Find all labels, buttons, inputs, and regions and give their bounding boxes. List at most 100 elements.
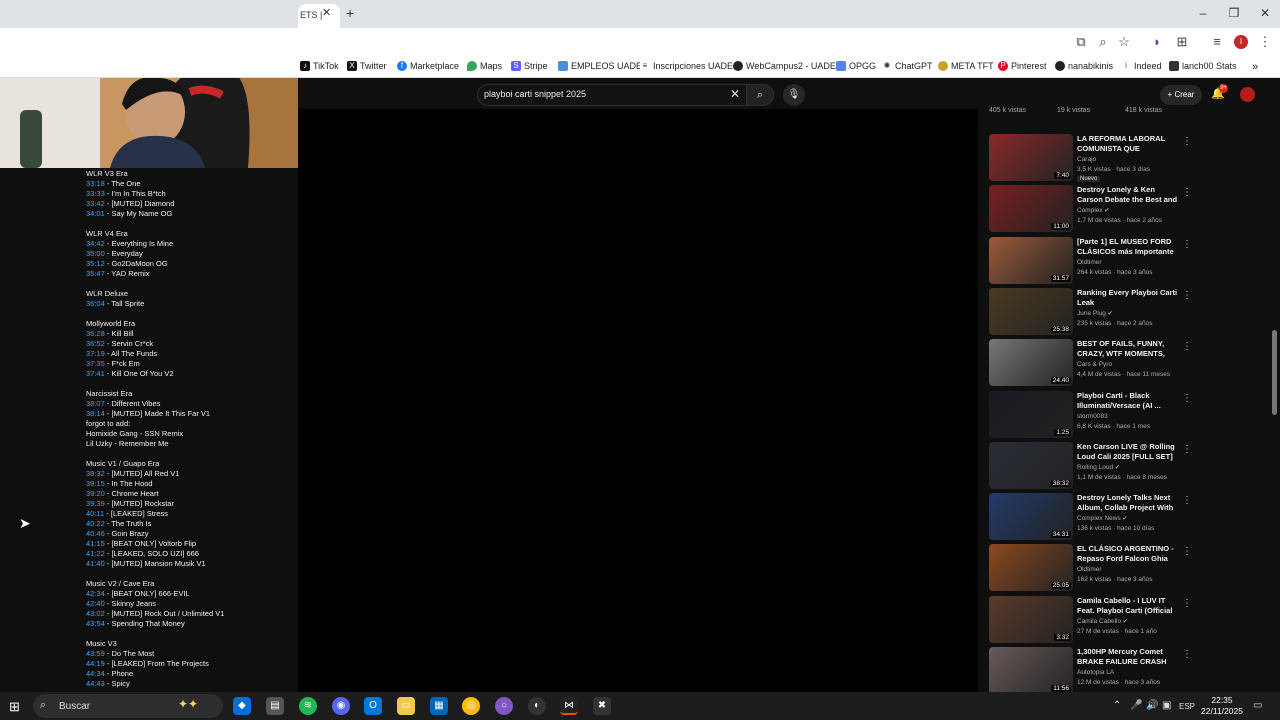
- video-menu-icon[interactable]: ⋮: [1182, 239, 1192, 250]
- app-icon[interactable]: ✖: [593, 697, 611, 715]
- create-button[interactable]: + Crear: [1160, 85, 1202, 105]
- timestamp-line[interactable]: 35:12 - Go2DaMoon OG: [86, 259, 276, 269]
- video-title[interactable]: Ken Carson LIVE @ Rolling Loud Cali 2025…: [1077, 442, 1179, 462]
- scrollbar[interactable]: [1272, 330, 1277, 415]
- video-title[interactable]: Destroy Lonely & Ken Carson Debate the B…: [1077, 185, 1179, 205]
- bookmark-inscripciones-uade[interactable]: ≡ Inscripciones UADE: [640, 61, 733, 71]
- timestamp-line[interactable]: 36:52 - Servin Cr*ck: [86, 339, 276, 349]
- timestamp-link[interactable]: 36:52: [86, 339, 105, 348]
- timestamp-line[interactable]: 36:04 - Tall Sprite: [86, 299, 276, 309]
- video-thumbnail[interactable]: 3:32: [989, 595, 1073, 643]
- bookmark-twitter[interactable]: X Twitter: [347, 61, 387, 71]
- timestamp-link[interactable]: 43:59: [86, 649, 105, 658]
- timestamp-line[interactable]: 44:43 - Spicy: [86, 679, 276, 689]
- video-title[interactable]: Destroy Lonely Talks Next Album, Collab …: [1077, 493, 1179, 513]
- video-player-area[interactable]: [298, 109, 978, 692]
- timestamp-line[interactable]: 34:01 - Say My Name OG: [86, 209, 276, 219]
- network-icon[interactable]: ▣: [1162, 700, 1171, 711]
- related-video-item[interactable]: 7:40 LA REFORMA LABORAL COMUNISTA QUE PRO…: [989, 134, 1192, 184]
- video-menu-icon[interactable]: ⋮: [1182, 649, 1192, 660]
- timestamp-link[interactable]: 36:28: [86, 329, 105, 338]
- video-thumbnail[interactable]: 34:31: [989, 493, 1073, 541]
- youtube-avatar[interactable]: [1240, 87, 1255, 102]
- timestamp-line[interactable]: 43:59 - Do The Most: [86, 649, 276, 659]
- timestamp-line[interactable]: 41:15 - [BEAT ONLY] Voltorb Flip: [86, 539, 276, 549]
- language-indicator[interactable]: ESP: [1179, 702, 1195, 711]
- tab-close-icon[interactable]: ✕: [322, 6, 331, 19]
- zoom-icon[interactable]: ⌕: [1094, 34, 1112, 50]
- search-button[interactable]: ⌕: [746, 84, 774, 106]
- timestamp-link[interactable]: 37:35: [86, 359, 105, 368]
- timestamp-line[interactable]: 37:41 - Kill One Of You V2: [86, 369, 276, 379]
- timestamp-link[interactable]: 38:14: [86, 409, 105, 418]
- video-thumbnail[interactable]: 24:40: [989, 339, 1073, 387]
- browser-menu-icon[interactable]: ⋮: [1256, 34, 1274, 50]
- timestamp-line[interactable]: 43:02 - [MUTED] Rock Out / Unlimited V1: [86, 609, 276, 619]
- app-icon[interactable]: ○: [495, 697, 513, 715]
- timestamp-link[interactable]: 42:34: [86, 589, 105, 598]
- bookmark-lanch00-stats[interactable]: lanch00 Stats: [1169, 61, 1237, 71]
- timestamp-line[interactable]: 34:42 - Everything Is Mine: [86, 239, 276, 249]
- timestamp-line[interactable]: 42:34 - [BEAT ONLY] 666-EVIL: [86, 589, 276, 599]
- video-thumbnail[interactable]: 11:00: [989, 185, 1073, 233]
- search-query[interactable]: playboi carti snippet 2025: [484, 89, 586, 99]
- related-video-item[interactable]: 11:00 Destroy Lonely & Ken Carson Debate …: [989, 185, 1192, 235]
- timestamp-line[interactable]: 33:42 - [MUTED] Diamond: [86, 199, 276, 209]
- timestamp-line[interactable]: 40:22 - The Truth Is: [86, 519, 276, 529]
- timestamp-link[interactable]: 38:07: [86, 399, 105, 408]
- timestamp-link[interactable]: 44:19: [86, 659, 105, 668]
- video-thumbnail[interactable]: 11:56: [989, 647, 1073, 694]
- video-title[interactable]: EL CLÁSICO ARGENTINO - Repaso Ford Falco…: [1077, 544, 1179, 564]
- timestamp-link[interactable]: 40:11: [86, 509, 104, 518]
- timestamp-link[interactable]: 43:02: [86, 609, 105, 618]
- timestamp-line[interactable]: 35:00 - Everyday: [86, 249, 276, 259]
- microphone-icon[interactable]: 🎤: [1130, 700, 1142, 711]
- timestamp-line[interactable]: 33:18 - The One: [86, 179, 276, 189]
- video-thumbnail[interactable]: 38:32: [989, 441, 1073, 489]
- extensions-puzzle-icon[interactable]: ⊞: [1173, 34, 1191, 50]
- video-title[interactable]: Camila Cabello - I LUV IT Feat. Playboi …: [1077, 596, 1179, 616]
- timestamp-link[interactable]: 41:15: [86, 539, 105, 548]
- timestamp-link[interactable]: 34:01: [86, 209, 105, 218]
- bookmark-opgg[interactable]: OPGG: [836, 61, 876, 71]
- notification-center-icon[interactable]: ▭: [1253, 700, 1262, 711]
- timestamp-link[interactable]: 37:41: [86, 369, 105, 378]
- media-control-icon[interactable]: ≡: [1208, 34, 1226, 49]
- timestamp-line[interactable]: 42:40 - Skinny Jeans: [86, 599, 276, 609]
- timestamp-line[interactable]: 44:19 - [LEAKED] From The Projects: [86, 659, 276, 669]
- timestamp-link[interactable]: 39:15: [86, 479, 105, 488]
- restore-icon[interactable]: ❐: [1224, 6, 1244, 20]
- timestamp-link[interactable]: 41:40: [86, 559, 105, 568]
- video-thumbnail[interactable]: 25:38: [989, 287, 1073, 335]
- timestamp-line[interactable]: 44:34 - Phone: [86, 669, 276, 679]
- store-icon[interactable]: ▦: [430, 697, 448, 715]
- timestamp-link[interactable]: 35:47: [86, 269, 105, 278]
- video-menu-icon[interactable]: ⋮: [1182, 444, 1192, 455]
- channel-name-row[interactable]: storm0083: [1077, 413, 1108, 420]
- channel-name-row[interactable]: Carajo: [1077, 156, 1096, 163]
- related-video-item[interactable]: 1:25 Playboi Carti - Black Illuminati/Ver…: [989, 390, 1192, 441]
- timestamp-line[interactable]: 38:32 - [MUTED] All Red V1: [86, 469, 276, 479]
- volume-icon[interactable]: 🔊: [1146, 700, 1158, 711]
- timestamp-line[interactable]: 35:47 - YAD Remix: [86, 269, 276, 279]
- related-video-item[interactable]: 3:32 Camila Cabello - I LUV IT Feat. Play…: [989, 595, 1192, 646]
- profile-avatar[interactable]: I: [1234, 35, 1248, 49]
- channel-name-row[interactable]: Oldtimer: [1077, 566, 1102, 573]
- bookmark-maps[interactable]: Maps: [467, 61, 502, 71]
- close-window-icon[interactable]: ✕: [1255, 6, 1275, 20]
- timestamp-link[interactable]: 33:18: [86, 179, 105, 188]
- windows-start-icon[interactable]: ⊞: [9, 699, 20, 715]
- related-video-item[interactable]: 31:57 [Parte 1] EL MUSEO FORD CLÁSICOS má…: [989, 236, 1192, 287]
- bookmark-webcampus[interactable]: WebCampus2 - UADE: [733, 61, 836, 71]
- timestamp-link[interactable]: 42:40: [86, 599, 105, 608]
- video-title[interactable]: LA REFORMA LABORAL COMUNISTA QUE PROPONE…: [1077, 134, 1179, 154]
- taskbar-clock[interactable]: 22:35 22/11/2025: [1200, 695, 1244, 717]
- timestamp-line[interactable]: 36:28 - Kill Bill: [86, 329, 276, 339]
- video-menu-icon[interactable]: ⋮: [1182, 598, 1192, 609]
- channel-name-row[interactable]: Oldtimer: [1077, 259, 1102, 266]
- timestamp-link[interactable]: 34:42: [86, 239, 105, 248]
- bookmark-marketplace[interactable]: f Marketplace: [397, 61, 459, 71]
- video-menu-icon[interactable]: ⋮: [1182, 136, 1192, 147]
- timestamp-line[interactable]: 38:07 - Different Vibes: [86, 399, 276, 409]
- extension-icon[interactable]: ◗: [1148, 34, 1166, 49]
